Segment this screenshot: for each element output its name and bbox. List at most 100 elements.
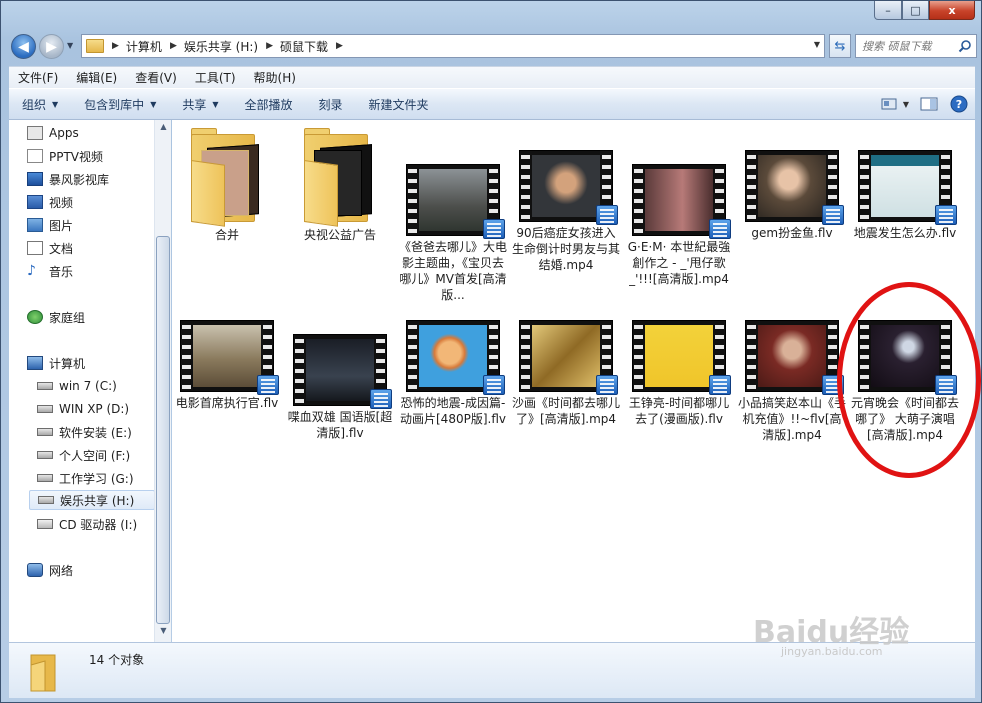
breadcrumb-separator-icon[interactable]: ▶: [170, 41, 177, 51]
recent-pages-dropdown[interactable]: ▼: [67, 41, 73, 50]
nav-item-drive-d[interactable]: WIN XP (D:): [37, 399, 129, 419]
file-item[interactable]: 央视公益广告: [285, 126, 395, 243]
play-all-button[interactable]: 全部播放: [232, 96, 306, 113]
nav-item-apps[interactable]: Apps: [27, 123, 79, 143]
nav-label: 计算机: [49, 356, 86, 371]
file-item[interactable]: 合并: [172, 126, 282, 243]
navigation-scrollbar[interactable]: ▲ ▼: [154, 120, 171, 642]
share-button[interactable]: 共享 ▼: [169, 96, 231, 113]
nav-label: 暴风影视库: [49, 172, 110, 187]
breadcrumb-separator-icon[interactable]: ▶: [112, 41, 119, 51]
breadcrumb-current-folder[interactable]: 硕鼠下载: [280, 38, 328, 55]
nav-item-pictures[interactable]: 图片: [27, 215, 73, 235]
close-button[interactable]: x: [929, 1, 975, 20]
folder-icon: [86, 39, 104, 53]
scrollbar-thumb[interactable]: [156, 236, 170, 624]
preview-pane-button[interactable]: [919, 95, 939, 113]
file-item[interactable]: 电影首席执行官.flv: [172, 320, 282, 411]
change-view-button[interactable]: [879, 95, 899, 113]
highlight-circle: [837, 282, 981, 478]
pictures-icon: [27, 218, 43, 232]
help-icon: ?: [950, 95, 968, 113]
file-name: 恐怖的地震-成因篇-动画片[480P版].flv: [400, 396, 506, 426]
nav-label: 网络: [49, 563, 74, 578]
file-item[interactable]: 王铮亮-时间都哪儿去了(漫画版).flv: [624, 320, 734, 427]
file-item[interactable]: 90后癌症女孩进入生命倒计时男友与其结婚.mp4: [511, 150, 621, 273]
new-folder-button[interactable]: 新建文件夹: [356, 96, 442, 113]
menu-help[interactable]: 帮助(H): [245, 69, 305, 86]
music-icon: ♪: [27, 263, 36, 279]
maximize-button[interactable]: □: [902, 1, 929, 20]
chevron-down-icon: ▼: [212, 99, 219, 109]
nav-item-drive-h[interactable]: 娱乐共享 (H:): [29, 490, 155, 510]
nav-item-network[interactable]: 网络: [27, 560, 73, 580]
nav-label: 个人空间 (F:): [59, 448, 131, 463]
file-item[interactable]: G·E·M· 本世紀最強創作之 - _'甩仔歌_'!!![高清版].mp4: [624, 164, 734, 287]
nav-label: PPTV视频: [49, 149, 104, 164]
nav-item-pptv[interactable]: PPTV视频: [27, 146, 103, 166]
video-thumbnail-icon: [632, 164, 731, 239]
burn-button[interactable]: 刻录: [306, 96, 356, 113]
nav-item-videos[interactable]: 视频: [27, 192, 73, 212]
help-button[interactable]: ?: [949, 95, 969, 113]
file-item[interactable]: gem扮金鱼.flv: [737, 150, 847, 241]
view-dropdown-icon[interactable]: ▼: [903, 100, 909, 109]
nav-label: 图片: [49, 218, 74, 233]
video-thumbnail-icon: [519, 150, 618, 225]
nav-item-drive-f[interactable]: 个人空间 (F:): [37, 445, 130, 465]
nav-label: CD 驱动器 (I:): [59, 517, 138, 532]
menu-view[interactable]: 查看(V): [126, 69, 186, 86]
refresh-button[interactable]: ⇆: [829, 34, 851, 58]
organize-button[interactable]: 组织 ▼: [9, 96, 71, 113]
search-input[interactable]: [862, 39, 958, 53]
scroll-up-icon[interactable]: ▲: [158, 122, 169, 136]
nav-item-drive-e[interactable]: 软件安装 (E:): [37, 422, 132, 442]
address-row: ◀ ▶ ▼ ▶ 计算机 ▶ 娱乐共享 (H:) ▶ 硕鼠下载 ▶ ▼ ⇆: [9, 32, 977, 60]
nav-item-drive-c[interactable]: win 7 (C:): [37, 376, 117, 396]
chevron-down-icon: ▼: [52, 99, 59, 109]
file-name: 王铮亮-时间都哪儿去了(漫画版).flv: [628, 396, 730, 426]
nav-label: 视频: [49, 195, 74, 210]
file-item[interactable]: 《爸爸去哪儿》大电影主题曲，《宝贝去哪儿》MV首发[高清版...: [398, 164, 508, 303]
nav-item-music[interactable]: ♪ 音乐: [27, 261, 73, 281]
include-library-button[interactable]: 包含到库中 ▼: [71, 96, 169, 113]
back-button[interactable]: ◀: [11, 34, 36, 59]
search-icon[interactable]: [958, 39, 972, 53]
file-item[interactable]: 小品搞笑赵本山《手机充值》!!~flv[高清版].mp4: [737, 320, 847, 443]
breadcrumb-separator-icon[interactable]: ▶: [336, 41, 343, 51]
nav-label: 软件安装 (E:): [59, 425, 132, 440]
nav-item-drive-g[interactable]: 工作学习 (G:): [37, 468, 134, 488]
file-item[interactable]: 沙画《时间都去哪儿了》[高清版].mp4: [511, 320, 621, 427]
video-thumbnail-icon: [858, 150, 957, 225]
nav-item-computer[interactable]: 计算机: [27, 353, 85, 373]
caption-buttons: – □ x: [874, 1, 975, 20]
breadcrumb-separator-icon[interactable]: ▶: [266, 41, 273, 51]
menu-bar: 文件(F) 编辑(E) 查看(V) 工具(T) 帮助(H): [9, 66, 975, 88]
file-item[interactable]: 恐怖的地震-成因篇-动画片[480P版].flv: [398, 320, 508, 427]
video-thumbnail-icon: [180, 320, 279, 395]
view-icon: [881, 98, 897, 110]
address-bar[interactable]: ▶ 计算机 ▶ 娱乐共享 (H:) ▶ 硕鼠下载 ▶ ▼: [81, 34, 825, 58]
homegroup-icon: [27, 310, 43, 324]
nav-label: WIN XP (D:): [59, 402, 130, 416]
menu-tools[interactable]: 工具(T): [186, 69, 245, 86]
drive-icon: [37, 451, 53, 459]
file-item[interactable]: 喋血双雄 国语版[超清版].flv: [285, 334, 395, 441]
menu-file[interactable]: 文件(F): [9, 69, 67, 86]
menu-edit[interactable]: 编辑(E): [67, 69, 126, 86]
forward-button[interactable]: ▶: [39, 34, 64, 59]
minimize-button[interactable]: –: [874, 1, 902, 20]
address-history-dropdown[interactable]: ▼: [814, 40, 820, 49]
breadcrumb-computer[interactable]: 计算机: [126, 38, 162, 55]
scroll-down-icon[interactable]: ▼: [158, 626, 169, 640]
nav-item-homegroup[interactable]: 家庭组: [27, 307, 85, 327]
search-box[interactable]: [855, 34, 977, 58]
file-name: G·E·M· 本世紀最強創作之 - _'甩仔歌_'!!![高清版].mp4: [627, 240, 731, 286]
nav-item-documents[interactable]: 文档: [27, 238, 73, 258]
nav-item-drive-i[interactable]: CD 驱动器 (I:): [37, 514, 137, 534]
file-item[interactable]: 地震发生怎么办.flv: [850, 150, 960, 241]
refresh-icon: ⇆: [834, 38, 846, 54]
video-thumbnail-icon: [519, 320, 618, 395]
nav-item-baofeng[interactable]: 暴风影视库: [27, 169, 109, 189]
breadcrumb-drive-h[interactable]: 娱乐共享 (H:): [184, 38, 258, 55]
